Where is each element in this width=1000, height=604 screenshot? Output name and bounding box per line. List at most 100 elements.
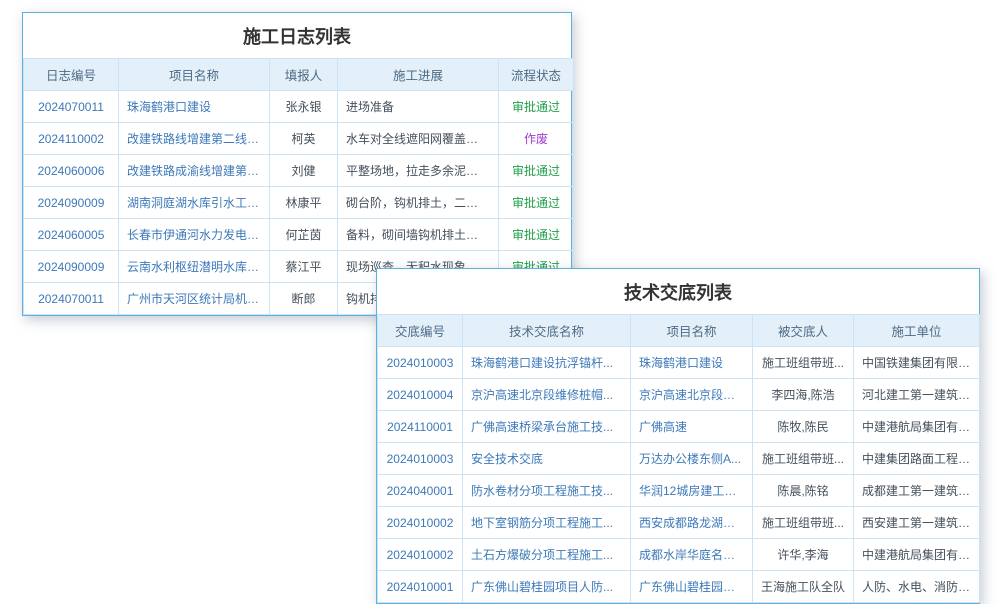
disclosure-row-project-cell[interactable]: 广东佛山碧桂园项目 (631, 571, 753, 603)
disclosure-row-name-cell[interactable]: 土石方爆破分项工程施工... (463, 539, 631, 571)
log-row-status-cell: 审批通过 (499, 187, 574, 219)
log-row[interactable]: 2024060005长春市伊通河水力发电厂...何芷茵备料，砌间墙钩机排土，瓦.… (24, 219, 574, 251)
disclosure-row-persons-cell: 许华,李海 (753, 539, 854, 571)
disclosure-row-unit-cell: 中建集团路面工程有... (854, 443, 980, 475)
column-header: 项目名称 (631, 315, 753, 347)
log-row-id-cell[interactable]: 2024060006 (24, 155, 119, 187)
log-row-progress-cell: 水车对全线遮阳网覆盖点进... (338, 123, 499, 155)
log-row-reporter-cell: 蔡江平 (270, 251, 338, 283)
disclosure-row[interactable]: 2024010002地下室钢筋分项工程施工...西安成都路龙湖上...施工班组带… (378, 507, 980, 539)
log-row[interactable]: 2024060006改建铁路成渝线增建第二...刘健平整场地，拉走多余泥土15.… (24, 155, 574, 187)
disclosure-row-project-cell[interactable]: 成都水岸华庭名苑... (631, 539, 753, 571)
log-row-reporter-cell: 柯英 (270, 123, 338, 155)
disclosure-row[interactable]: 2024010001广东佛山碧桂园项目人防...广东佛山碧桂园项目王海施工队全队… (378, 571, 980, 603)
log-row[interactable]: 2024090009湖南洞庭湖水库引水工程...林康平砌台阶，钩机排土，二包砌.… (24, 187, 574, 219)
disclosure-row-name-cell[interactable]: 京沪高速北京段维修桩帽... (463, 379, 631, 411)
disclosure-row-name-cell[interactable]: 防水卷材分项工程施工技... (463, 475, 631, 507)
log-row-progress-cell: 平整场地，拉走多余泥土15... (338, 155, 499, 187)
disclosure-row-name-cell[interactable]: 地下室钢筋分项工程施工... (463, 507, 631, 539)
disclosure-row[interactable]: 2024010004京沪高速北京段维修桩帽...京沪高速北京段维修李四海,陈浩河… (378, 379, 980, 411)
column-header: 施工进展 (338, 59, 499, 91)
log-row-progress-cell: 砌台阶，钩机排土，二包砌... (338, 187, 499, 219)
log-row-id-cell[interactable]: 2024090009 (24, 251, 119, 283)
disclosure-row-name-cell[interactable]: 广东佛山碧桂园项目人防... (463, 571, 631, 603)
disclosure-row-project-cell[interactable]: 西安成都路龙湖上... (631, 507, 753, 539)
log-row-id-cell[interactable]: 2024070011 (24, 91, 119, 123)
disclosure-row-persons-cell: 陈牧,陈民 (753, 411, 854, 443)
log-row-reporter-cell: 张永银 (270, 91, 338, 123)
disclosure-row-unit-cell: 中建港航局集团有限... (854, 411, 980, 443)
log-row-reporter-cell: 何芷茵 (270, 219, 338, 251)
tech-disclosure-table: 交底编号技术交底名称项目名称被交底人施工单位 2024010003珠海鹤港口建设… (377, 314, 980, 603)
log-row-status-cell: 审批通过 (499, 91, 574, 123)
disclosure-row-id-cell[interactable]: 2024040001 (378, 475, 463, 507)
column-header: 技术交底名称 (463, 315, 631, 347)
log-row-progress-cell: 备料，砌间墙钩机排土，瓦... (338, 219, 499, 251)
log-row-reporter-cell: 林康平 (270, 187, 338, 219)
disclosure-row-unit-cell: 河北建工第一建筑有... (854, 379, 980, 411)
log-row-progress-cell: 进场准备 (338, 91, 499, 123)
disclosure-row-id-cell[interactable]: 2024010002 (378, 539, 463, 571)
disclosure-row-unit-cell: 成都建工第一建筑有... (854, 475, 980, 507)
disclosure-row[interactable]: 2024010002土石方爆破分项工程施工...成都水岸华庭名苑...许华,李海… (378, 539, 980, 571)
log-row-status-cell: 作废 (499, 123, 574, 155)
log-row[interactable]: 2024070011珠海鹤港口建设张永银进场准备审批通过 (24, 91, 574, 123)
disclosure-row-unit-cell: 西安建工第一建筑有... (854, 507, 980, 539)
disclosure-row-unit-cell: 中建港航局集团有限... (854, 539, 980, 571)
column-header: 流程状态 (499, 59, 574, 91)
disclosure-row-project-cell[interactable]: 万达办公楼东侧A... (631, 443, 753, 475)
disclosure-row[interactable]: 2024110001广佛高速桥梁承台施工技...广佛高速陈牧,陈民中建港航局集团… (378, 411, 980, 443)
tech-disclosure-header-row: 交底编号技术交底名称项目名称被交底人施工单位 (378, 315, 980, 347)
tech-disclosure-panel: 技术交底列表 交底编号技术交底名称项目名称被交底人施工单位 2024010003… (376, 268, 980, 604)
log-row-reporter-cell: 刘健 (270, 155, 338, 187)
log-row-project-cell[interactable]: 改建铁路线增建第二线直... (119, 123, 270, 155)
log-row-project-cell[interactable]: 改建铁路成渝线增建第二... (119, 155, 270, 187)
disclosure-row-persons-cell: 施工班组带班... (753, 347, 854, 379)
tech-disclosure-title: 技术交底列表 (377, 269, 979, 314)
log-row-status-cell: 审批通过 (499, 219, 574, 251)
disclosure-row-unit-cell: 人防、水电、消防暖通... (854, 571, 980, 603)
column-header: 项目名称 (119, 59, 270, 91)
disclosure-row-name-cell[interactable]: 广佛高速桥梁承台施工技... (463, 411, 631, 443)
column-header: 被交底人 (753, 315, 854, 347)
disclosure-row-project-cell[interactable]: 京沪高速北京段维修 (631, 379, 753, 411)
log-row-id-cell[interactable]: 2024110002 (24, 123, 119, 155)
log-row-project-cell[interactable]: 长春市伊通河水力发电厂... (119, 219, 270, 251)
log-row[interactable]: 2024110002改建铁路线增建第二线直...柯英水车对全线遮阳网覆盖点进..… (24, 123, 574, 155)
disclosure-row-project-cell[interactable]: 华润12城房建工程... (631, 475, 753, 507)
disclosure-row-project-cell[interactable]: 广佛高速 (631, 411, 753, 443)
disclosure-row[interactable]: 2024010003珠海鹤港口建设抗浮锚杆...珠海鹤港口建设施工班组带班...… (378, 347, 980, 379)
column-header: 施工单位 (854, 315, 980, 347)
disclosure-row-unit-cell: 中国铁建集团有限公司 (854, 347, 980, 379)
log-row-project-cell[interactable]: 广州市天河区统计局机房... (119, 283, 270, 315)
column-header: 填报人 (270, 59, 338, 91)
disclosure-row-name-cell[interactable]: 珠海鹤港口建设抗浮锚杆... (463, 347, 631, 379)
log-row-status-cell: 审批通过 (499, 155, 574, 187)
log-row-id-cell[interactable]: 2024070011 (24, 283, 119, 315)
log-row-project-cell[interactable]: 云南水利枢纽潜明水库一... (119, 251, 270, 283)
disclosure-row-id-cell[interactable]: 2024010001 (378, 571, 463, 603)
log-row-reporter-cell: 断郎 (270, 283, 338, 315)
column-header: 日志编号 (24, 59, 119, 91)
disclosure-row-persons-cell: 李四海,陈浩 (753, 379, 854, 411)
disclosure-row-persons-cell: 王海施工队全队 (753, 571, 854, 603)
disclosure-row-id-cell[interactable]: 2024010003 (378, 347, 463, 379)
disclosure-row[interactable]: 2024040001防水卷材分项工程施工技...华润12城房建工程...陈晨,陈… (378, 475, 980, 507)
log-row-project-cell[interactable]: 湖南洞庭湖水库引水工程... (119, 187, 270, 219)
log-row-id-cell[interactable]: 2024060005 (24, 219, 119, 251)
construction-log-header-row: 日志编号项目名称填报人施工进展流程状态 (24, 59, 574, 91)
tech-disclosure-body: 2024010003珠海鹤港口建设抗浮锚杆...珠海鹤港口建设施工班组带班...… (378, 347, 980, 603)
log-row-project-cell[interactable]: 珠海鹤港口建设 (119, 91, 270, 123)
disclosure-row[interactable]: 2024010003安全技术交底万达办公楼东侧A...施工班组带班...中建集团… (378, 443, 980, 475)
construction-log-title: 施工日志列表 (23, 13, 571, 58)
disclosure-row-id-cell[interactable]: 2024110001 (378, 411, 463, 443)
log-row-id-cell[interactable]: 2024090009 (24, 187, 119, 219)
disclosure-row-id-cell[interactable]: 2024010003 (378, 443, 463, 475)
disclosure-row-id-cell[interactable]: 2024010004 (378, 379, 463, 411)
disclosure-row-id-cell[interactable]: 2024010002 (378, 507, 463, 539)
disclosure-row-name-cell[interactable]: 安全技术交底 (463, 443, 631, 475)
disclosure-row-persons-cell: 陈晨,陈铭 (753, 475, 854, 507)
column-header: 交底编号 (378, 315, 463, 347)
disclosure-row-project-cell[interactable]: 珠海鹤港口建设 (631, 347, 753, 379)
disclosure-row-persons-cell: 施工班组带班... (753, 507, 854, 539)
